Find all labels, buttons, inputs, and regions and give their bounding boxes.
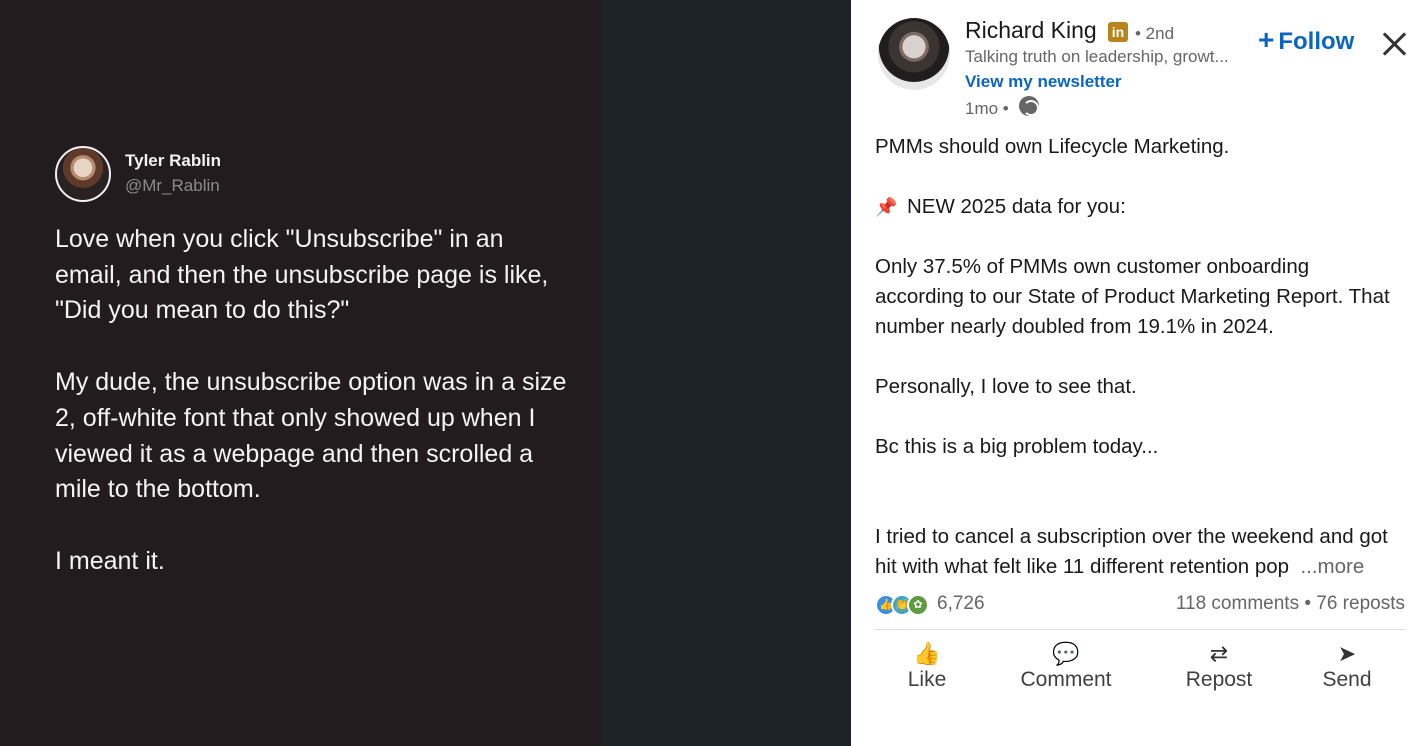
post-body: PMMs should own Lifecycle Marketing. 📌 NE… [875, 132, 1410, 582]
author-headline: Talking truth on leadership, growt... [965, 47, 1229, 66]
like-button[interactable]: 👍 Like [899, 640, 955, 692]
reaction-count[interactable]: 6,726 [937, 593, 985, 615]
globe-icon [1019, 96, 1039, 116]
post-line [875, 402, 1410, 432]
send-button[interactable]: ➤ Send [1315, 640, 1379, 692]
post-line: Bc this is a big problem today... [875, 435, 1159, 458]
post-panel: Richard King in • 2nd Talking truth on l… [851, 0, 1414, 746]
send-icon: ➤ [1337, 641, 1357, 666]
tweet-text: Love when you click "Unsubscribe" in an … [55, 222, 575, 616]
post-line: PMMs should own Lifecycle Marketing. [875, 135, 1230, 158]
post-line-text: NEW 2025 data for you: [907, 195, 1126, 218]
tweet-image: Tyler Rablin @Mr_Rablin Love when you cl… [0, 0, 602, 746]
tweet-paragraph: Love when you click "Unsubscribe" in an … [55, 225, 549, 325]
follow-label: Follow [1278, 28, 1355, 55]
post-line [875, 462, 1410, 492]
tweet-author-handle: @Mr_Rablin [125, 176, 220, 195]
post-line [875, 342, 1410, 372]
media-viewer: Tyler Rablin @Mr_Rablin Love when you cl… [0, 0, 851, 746]
post-line: number nearly doubled from 19.1% in 2024… [875, 315, 1274, 338]
repost-label: Repost [1185, 668, 1253, 691]
social-counts: 👍 👏 ✿ 6,726 118 comments • 76 reposts [875, 592, 1405, 618]
comment-button[interactable]: 💬 Comment [1011, 640, 1121, 692]
action-bar: 👍 Like 💬 Comment ⇄ Repost ➤ Send [875, 640, 1405, 700]
post-line-text: hit with what felt like 11 different ret… [875, 555, 1290, 578]
comment-icon: 💬 [1052, 641, 1080, 666]
post-line: I tried to cancel a subscription over th… [875, 525, 1388, 548]
post-line: 📌 NEW 2025 data for you: [875, 192, 1410, 222]
author-name[interactable]: Richard King [965, 17, 1097, 44]
linkedin-premium-icon: in [1108, 22, 1128, 42]
post-line [875, 222, 1410, 252]
plus-icon: + [1258, 24, 1275, 55]
tweet-author-name: Tyler Rablin [125, 151, 222, 170]
tweet-paragraph: My dude, the unsubscribe option was in a… [55, 368, 567, 504]
follow-button[interactable]: + Follow [1258, 24, 1354, 56]
connection-degree: • 2nd [1135, 24, 1175, 43]
divider [875, 629, 1405, 630]
tweet-avatar [55, 146, 111, 202]
comment-label: Comment [1020, 668, 1112, 691]
post-line: Only 37.5% of PMMs own customer onboardi… [875, 255, 1310, 278]
post-line: according to our State of Product Market… [875, 285, 1390, 308]
close-icon[interactable] [1379, 28, 1409, 58]
pin-icon: 📌 [875, 197, 898, 217]
repost-icon: ⇄ [1209, 641, 1229, 666]
post-line [875, 492, 1410, 522]
post-line: Personally, I love to see that. [875, 375, 1137, 398]
author-avatar[interactable] [878, 18, 950, 90]
comments-reposts-count[interactable]: 118 comments • 76 reposts [1176, 593, 1405, 615]
newsletter-link[interactable]: View my newsletter [965, 72, 1122, 92]
post-line [875, 162, 1410, 192]
reaction-icons[interactable]: 👍 👏 ✿ [875, 594, 937, 616]
post-line: hit with what felt like 11 different ret… [875, 552, 1410, 582]
see-more-link[interactable]: ...more [1300, 555, 1364, 578]
send-label: Send [1322, 668, 1372, 691]
post-timestamp: 1mo • [965, 99, 1009, 118]
repost-button[interactable]: ⇄ Repost [1175, 640, 1263, 692]
like-label: Like [907, 668, 947, 691]
tweet-paragraph: I meant it. [55, 546, 165, 575]
support-reaction-icon: ✿ [907, 594, 929, 616]
like-icon: 👍 [913, 641, 941, 666]
